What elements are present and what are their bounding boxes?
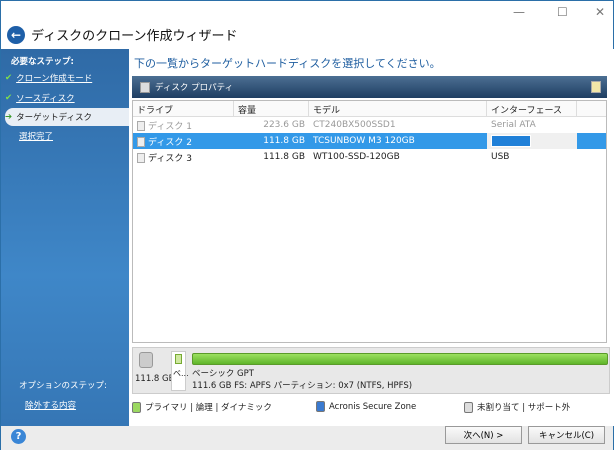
partition-bar[interactable] [192, 353, 608, 365]
step-clone-mode[interactable]: ✔ クローン作成モード [5, 69, 129, 87]
title-bar: ← ディスクのクローン作成ウィザード [7, 25, 237, 44]
wizard-window: — ☐ ✕ ← ディスクのクローン作成ウィザード 必要なステップ: ✔ クローン作… [0, 0, 614, 450]
arrow-right-icon: ➔ [5, 112, 13, 122]
disk-icon [137, 121, 145, 131]
help-icon[interactable]: ? [11, 429, 26, 444]
disk-layout-panel: 111.8 GB ベ... ベーシック GPT 111.6 GB FS: APF… [132, 347, 610, 394]
cancel-button[interactable]: キャンセル(C) [528, 426, 605, 444]
step-label: 除外する内容 [25, 401, 77, 411]
step-label: クローン作成モード [16, 74, 93, 84]
column-interface[interactable]: インターフェース [487, 101, 577, 116]
legend-label: Acronis Secure Zone [329, 401, 417, 412]
step-label: 選択完了 [19, 132, 54, 142]
legend-label: 未割り当て | サポート外 [477, 403, 571, 413]
partition-icon [175, 354, 182, 364]
drive-model: WT100-SSD-120GB [313, 152, 400, 162]
page-heading: 下の一覧からターゲットハードディスクを選択してください。 [134, 57, 441, 70]
unallocated-swatch-icon [464, 401, 473, 413]
disk-properties-icon [140, 81, 150, 93]
disk-properties-button[interactable]: ディスク プロパティ [155, 81, 233, 93]
partition-type: ベーシック GPT [192, 369, 254, 379]
table-row[interactable]: ディスク 1 223.6 GB CT240BX500SSD1 Serial AT… [133, 117, 606, 133]
drive-interface: Serial ATA [491, 120, 536, 130]
legend-label: プライマリ | 論理 | ダイナミック [145, 403, 272, 413]
step-label: ターゲットディスク [16, 113, 93, 123]
partition-slot[interactable]: ベ... [171, 351, 189, 391]
minimize-button[interactable]: — [513, 5, 525, 19]
check-icon: ✔ [5, 73, 13, 83]
drive-name: ディスク 2 [148, 137, 192, 148]
column-drive[interactable]: ドライブ [133, 101, 234, 116]
drive-size: 111.8 GB [263, 152, 305, 162]
disk-table: ドライブ 容量 モデル インターフェース ディスク 1 223.6 GB CT2… [132, 100, 607, 343]
step-source-disk[interactable]: ✔ ソースディスク [5, 89, 129, 107]
drive-model: TCSUNBOW M3 120GB [313, 136, 415, 146]
step-target-disk[interactable]: ➔ ターゲットディスク [5, 108, 129, 126]
legend-asz: Acronis Secure Zone [316, 401, 416, 412]
slot-label: ベ... [173, 369, 189, 378]
step-label: ソースディスク [16, 94, 75, 104]
column-model[interactable]: モデル [309, 101, 487, 116]
check-icon: ✔ [5, 93, 13, 103]
back-arrow-icon[interactable]: ← [7, 25, 25, 44]
footer: ? 次へ(N) > キャンセル(C) [1, 426, 613, 450]
disk-icon [139, 352, 153, 368]
drive-model: CT240BX500SSD1 [313, 120, 396, 130]
drive-interface: USB [491, 152, 510, 162]
table-row[interactable]: ディスク 3 111.8 GB WT100-SSD-120GB USB [133, 149, 606, 165]
table-header: ドライブ 容量 モデル インターフェース [133, 101, 606, 117]
main-content: 下の一覧からターゲットハードディスクを選択してください。 ディスク プロパティ … [129, 49, 614, 426]
partition-info: 111.6 GB FS: APFS パーティション: 0x7 (NTFS, HP… [192, 381, 413, 391]
disk-icon [137, 153, 145, 163]
next-button[interactable]: 次へ(N) > [445, 426, 522, 444]
step-finish[interactable]: 選択完了 [19, 127, 143, 145]
sidebar: 必要なステップ: ✔ クローン作成モード ✔ ソースディスク ➔ ターゲットディスク … [1, 49, 129, 426]
primary-swatch-icon [132, 401, 141, 413]
drive-name: ディスク 1 [148, 121, 192, 132]
toolbar: ディスク プロパティ [132, 76, 607, 98]
legend-primary: プライマリ | 論理 | ダイナミック [132, 401, 272, 413]
disk-icon [137, 137, 145, 147]
required-steps-label: 必要なステップ: [11, 57, 74, 67]
window-title: ディスクのクローン作成ウィザード [31, 29, 238, 44]
column-size[interactable]: 容量 [234, 101, 309, 116]
drive-interface [491, 135, 531, 147]
optional-steps-label: オプションのステップ: [19, 381, 107, 391]
close-button[interactable]: ✕ [595, 5, 605, 19]
drive-name: ディスク 3 [148, 153, 192, 164]
notes-icon[interactable] [591, 81, 601, 93]
asz-swatch-icon [316, 401, 325, 412]
drive-size: 223.6 GB [263, 120, 305, 130]
disk-size: 111.8 GB [135, 374, 175, 384]
legend-unallocated: 未割り当て | サポート外 [464, 401, 570, 413]
drive-size: 111.8 GB [263, 136, 305, 146]
table-row[interactable]: ディスク 2 111.8 GB TCSUNBOW M3 120GB [133, 133, 606, 149]
maximize-button[interactable]: ☐ [557, 5, 568, 19]
